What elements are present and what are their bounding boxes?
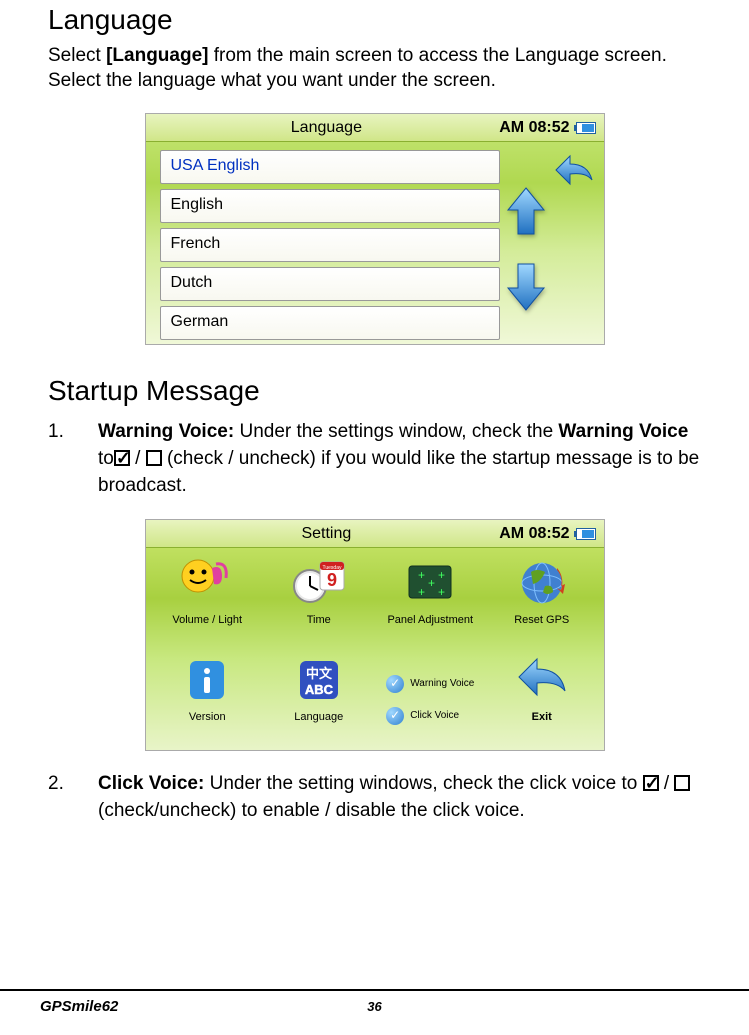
- svg-text:中文: 中文: [306, 666, 333, 681]
- scroll-up-button[interactable]: [504, 184, 548, 240]
- footer-model: GPSmile62: [40, 998, 118, 1015]
- svg-text:ABC: ABC: [305, 682, 334, 697]
- screen-title: Language: [154, 119, 500, 137]
- checkbox-unchecked-icon: [146, 450, 162, 466]
- scroll-down-button[interactable]: [504, 258, 548, 314]
- click-voice-toggle[interactable]: ✓ Click Voice: [386, 707, 474, 725]
- settings-body: Volume / Light Tuesday 9 Time: [146, 548, 604, 750]
- check-icon: ✓: [386, 675, 404, 693]
- list-body: Click Voice: Under the setting windows, …: [98, 771, 709, 824]
- label: Version: [189, 711, 226, 723]
- list-item-1: 1. Warning Voice: Under the settings win…: [48, 419, 709, 499]
- panel-adjustment-icon: + + + + +: [401, 554, 459, 612]
- reset-gps-icon: [513, 554, 571, 612]
- version-button[interactable]: Version: [154, 651, 262, 748]
- text: (check / uncheck) if you would like the …: [98, 448, 699, 496]
- svg-text:9: 9: [327, 570, 337, 590]
- text: Under the setting windows, check the cli…: [204, 773, 642, 794]
- voice-toggles: ✓ Warning Voice ✓ Click Voice: [377, 651, 485, 748]
- svg-text:+: +: [418, 585, 425, 599]
- clock: AM 08:52: [499, 119, 569, 137]
- label: Warning Voice: [410, 678, 474, 689]
- language-item-german[interactable]: German: [160, 306, 500, 340]
- language-screenshot: Language AM 08:52 USA English English Fr…: [145, 113, 605, 345]
- screen-title: Setting: [154, 525, 500, 543]
- volume-light-icon: [178, 554, 236, 612]
- list-number: 2.: [48, 771, 98, 824]
- click-voice-label: Click Voice:: [98, 773, 204, 794]
- warning-voice-bold: Warning Voice: [558, 421, 688, 442]
- label: Time: [307, 614, 331, 626]
- label: Language: [294, 711, 343, 723]
- text: Under the settings window, check the: [234, 421, 558, 442]
- list-number: 1.: [48, 419, 98, 499]
- language-body: Select [Language] from the main screen t…: [48, 44, 709, 93]
- battery-icon: [576, 528, 596, 540]
- label: Exit: [532, 711, 552, 723]
- list-body: Warning Voice: Under the settings window…: [98, 419, 709, 499]
- label: Volume / Light: [172, 614, 242, 626]
- language-icon: 中文 ABC: [290, 651, 348, 709]
- version-icon: [178, 651, 236, 709]
- time-button[interactable]: Tuesday 9 Time: [265, 554, 373, 651]
- language-item-dutch[interactable]: Dutch: [160, 267, 500, 301]
- status-bar: Language AM 08:52: [146, 114, 604, 142]
- list-item-2: 2. Click Voice: Under the setting window…: [48, 771, 709, 824]
- text: (check/uncheck) to enable / disable the …: [98, 800, 525, 821]
- svg-text:+: +: [438, 568, 445, 582]
- exit-button[interactable]: Exit: [488, 651, 596, 748]
- label: Reset GPS: [514, 614, 569, 626]
- language-item-french[interactable]: French: [160, 228, 500, 262]
- text: /: [659, 773, 675, 794]
- language-item-english[interactable]: English: [160, 189, 500, 223]
- warning-voice-toggle[interactable]: ✓ Warning Voice: [386, 675, 474, 693]
- language-bold: [Language]: [106, 45, 208, 66]
- back-button[interactable]: [552, 150, 596, 192]
- back-arrow-icon: [552, 150, 596, 192]
- warning-voice-label: Warning Voice:: [98, 421, 234, 442]
- svg-text:+: +: [428, 576, 435, 590]
- arrow-up-icon: [506, 186, 546, 238]
- reset-gps-button[interactable]: Reset GPS: [488, 554, 596, 651]
- settings-grid: Volume / Light Tuesday 9 Time: [146, 548, 604, 750]
- panel-adjustment-button[interactable]: + + + + + Panel Adjustment: [377, 554, 485, 651]
- footer-rule: [0, 989, 749, 991]
- footer: GPSmile62 36: [0, 998, 749, 1015]
- clock: AM 08:52: [499, 525, 569, 543]
- time-icon: Tuesday 9: [290, 554, 348, 612]
- text: /: [130, 448, 146, 469]
- volume-light-button[interactable]: Volume / Light: [154, 554, 262, 651]
- check-icon: ✓: [386, 707, 404, 725]
- section-title-language: Language: [48, 4, 709, 36]
- battery-icon: [576, 122, 596, 134]
- svg-text:+: +: [438, 585, 445, 599]
- svg-text:+: +: [418, 568, 425, 582]
- arrow-down-icon: [506, 260, 546, 312]
- language-item-usa-english[interactable]: USA English: [160, 150, 500, 184]
- language-button[interactable]: 中文 ABC Language: [265, 651, 373, 748]
- section-title-startup: Startup Message: [48, 375, 709, 407]
- exit-icon: [513, 651, 571, 709]
- checkbox-checked-icon: [114, 450, 130, 466]
- label: Panel Adjustment: [387, 614, 473, 626]
- checkbox-unchecked-icon: [674, 775, 690, 791]
- status-bar: Setting AM 08:52: [146, 520, 604, 548]
- text: Select: [48, 45, 106, 66]
- language-list: USA English English French Dutch German: [160, 150, 500, 345]
- footer-page: 36: [367, 999, 381, 1014]
- label: Click Voice: [410, 710, 459, 721]
- checkbox-checked-icon: [643, 775, 659, 791]
- text: to: [98, 448, 114, 469]
- setting-screenshot: Setting AM 08:52 Volume / Light: [145, 519, 605, 751]
